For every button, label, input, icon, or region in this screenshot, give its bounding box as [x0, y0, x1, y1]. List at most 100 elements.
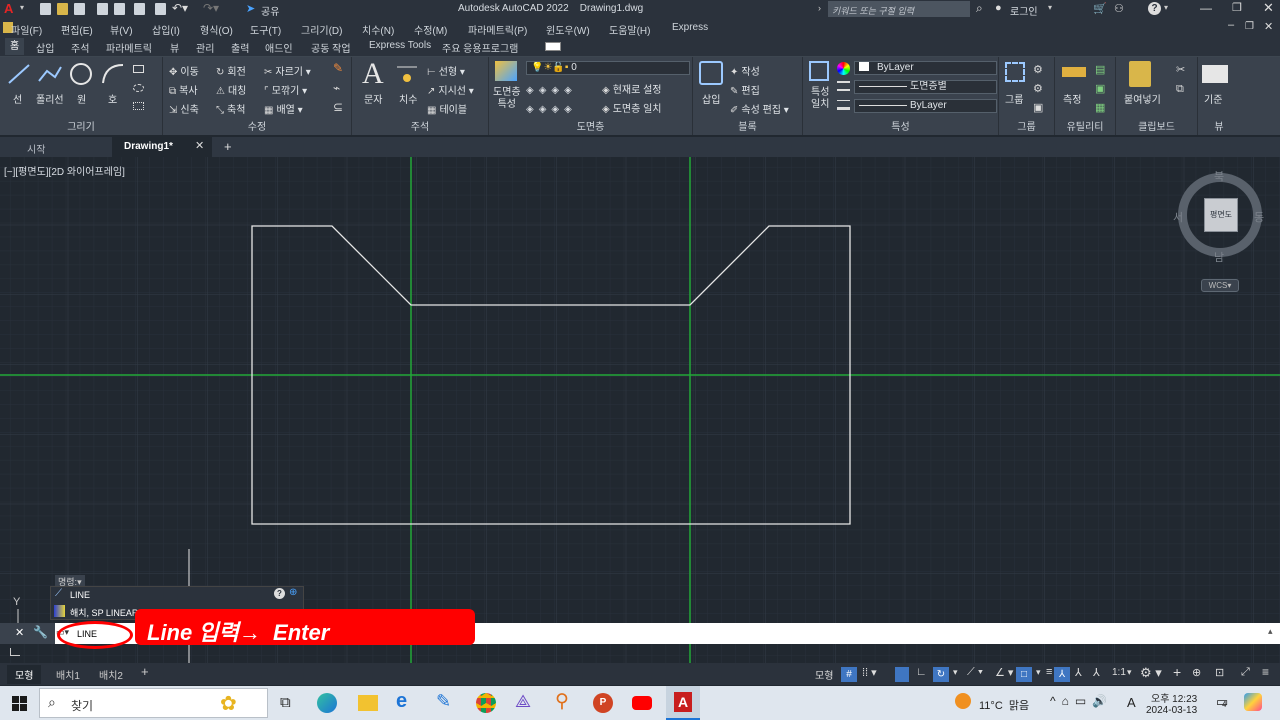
erase-icon[interactable]: ✎: [333, 61, 343, 75]
auto-scale-icon[interactable]: ⅄: [1075, 666, 1082, 679]
hatch-icon[interactable]: [133, 84, 144, 92]
menu-view[interactable]: 뷰(V): [110, 22, 133, 37]
new-tab-button[interactable]: +: [224, 139, 232, 154]
restore-window-icon[interactable]: ❐: [1232, 1, 1242, 14]
drawing-canvas[interactable]: Y [−][평면도][2D 와이어프레임] 평면도 북 남 동 서 WCS▾ 명…: [0, 157, 1280, 665]
menu-parametric[interactable]: 파라메트릭(P): [468, 22, 527, 37]
command-scroll-icon[interactable]: ▴: [1268, 626, 1273, 637]
tab-view[interactable]: 뷰: [170, 40, 179, 55]
utility-tools-icons[interactable]: ▤ ▣ ▦: [1095, 61, 1105, 118]
menu-express[interactable]: Express: [672, 22, 708, 33]
rectangle-icon[interactable]: [133, 65, 144, 73]
search-icon[interactable]: ⌕: [976, 1, 983, 16]
layout-tab-2[interactable]: 배치2: [99, 667, 123, 682]
viewcube-north[interactable]: 북: [1214, 168, 1224, 184]
viewport-label[interactable]: [−][평면도][2D 와이어프레임]: [4, 163, 125, 178]
autocad-logo-icon[interactable]: A: [4, 2, 18, 16]
isolate-objects-icon[interactable]: ⊡: [1215, 666, 1224, 679]
app-menu-chevron-icon[interactable]: ▾: [20, 3, 24, 12]
arc-icon[interactable]: [100, 61, 126, 87]
viewcube-west[interactable]: 서: [1173, 209, 1183, 225]
viewcube-face[interactable]: 평면도: [1204, 198, 1238, 232]
search-tool-icon[interactable]: ⚲: [555, 690, 569, 713]
copilot-icon[interactable]: [1244, 693, 1262, 711]
group-icon[interactable]: [1005, 62, 1025, 82]
base-view-label[interactable]: 기준: [1204, 91, 1222, 106]
edit-block-button[interactable]: ✎ 편집: [730, 82, 760, 97]
full-screen-icon[interactable]: ⤢: [1241, 666, 1250, 679]
properties-panel-label[interactable]: 특성: [803, 118, 998, 133]
web-mobile-icon[interactable]: [114, 3, 125, 15]
clipboard-panel-label[interactable]: 클립보드: [1116, 118, 1197, 133]
doc-close-icon[interactable]: ✕: [1264, 20, 1273, 33]
line-icon[interactable]: [6, 61, 32, 87]
explode-icon[interactable]: ⌁: [333, 81, 340, 95]
menu-format[interactable]: 형식(O): [200, 22, 233, 37]
insert-block-label[interactable]: 삽입: [702, 91, 720, 106]
dynamic-input-icon[interactable]: [895, 667, 909, 682]
internet-search-icon[interactable]: ⊕: [289, 587, 297, 598]
drawing-tab[interactable]: Drawing1* ✕: [112, 137, 212, 157]
lineweight-icon[interactable]: [837, 100, 850, 110]
tab-insert[interactable]: 삽입: [36, 40, 54, 55]
menu-file[interactable]: 파일(F): [11, 22, 42, 37]
cart-icon[interactable]: 🛒: [1093, 2, 1107, 15]
search-chevron-icon[interactable]: ›: [818, 3, 821, 13]
model-space-button[interactable]: 모형: [815, 667, 833, 682]
paste-label[interactable]: 붙여넣기: [1124, 91, 1161, 106]
match-properties-icon[interactable]: [809, 61, 829, 81]
layout-tab-1[interactable]: 배치1: [56, 667, 80, 682]
polyline-icon[interactable]: [37, 61, 63, 87]
stretch-button[interactable]: ⇲ 신축: [169, 101, 199, 116]
share-label[interactable]: 공유: [261, 3, 279, 18]
help-icon[interactable]: ?: [1148, 2, 1161, 15]
match-layer-button[interactable]: ◈ 도면층 일치: [602, 100, 661, 115]
base-view-icon[interactable]: [1202, 65, 1228, 83]
redo-icon[interactable]: ↷▾: [203, 1, 219, 15]
tab-manage[interactable]: 관리: [196, 40, 214, 55]
youtube-icon[interactable]: [632, 696, 652, 710]
task-view-icon[interactable]: ⧉: [280, 694, 291, 711]
circle-label[interactable]: 원: [77, 91, 86, 106]
menu-modify[interactable]: 수정(M): [414, 22, 447, 37]
ribbon-toggle-icon[interactable]: [545, 42, 561, 51]
modify-panel-label[interactable]: 수정: [163, 118, 351, 133]
paste-icon[interactable]: [1129, 61, 1151, 87]
isodraft-icon[interactable]: ⟋ ▾: [967, 666, 983, 679]
help-suggestion-icon[interactable]: ?: [274, 588, 285, 599]
group-tools-icons[interactable]: ⚙ ⚙ ▣: [1033, 61, 1043, 118]
utilities-panel-label[interactable]: 유틸리티: [1055, 118, 1115, 133]
clipboard-tools-icons[interactable]: ✂ ⧉: [1176, 61, 1185, 99]
suggestion-line[interactable]: ⟋ LINE ? ⊕: [51, 587, 303, 603]
command-line[interactable]: ✕ 🔧 ▭▾ LINE Line 입력→ Enter ▴: [0, 609, 1280, 649]
weather-icon[interactable]: [955, 693, 971, 709]
linetype-icon[interactable]: [837, 81, 850, 91]
menu-insert[interactable]: 삽입(I): [152, 22, 180, 37]
match-properties-label[interactable]: 특성 일치: [811, 87, 829, 111]
snap-mode-icon[interactable]: ⁞⁞ ▾: [862, 666, 877, 679]
doc-restore-icon[interactable]: ❐: [1245, 21, 1254, 32]
object-snap-tracking-icon[interactable]: ∠ ▾: [995, 666, 1013, 679]
boundary-icon[interactable]: [133, 102, 144, 110]
start-tab[interactable]: 시작: [27, 141, 45, 156]
insert-block-icon[interactable]: [699, 61, 723, 85]
plot-icon[interactable]: [155, 3, 166, 15]
rotate-button[interactable]: ↻ 회전: [216, 63, 246, 78]
customization-icon[interactable]: ≡: [1262, 665, 1269, 679]
color-dropdown[interactable]: ByLayer: [854, 61, 997, 75]
lineweight-toggle-icon[interactable]: ≡: [1046, 666, 1052, 678]
mirror-button[interactable]: ⚠ 대칭: [216, 82, 246, 97]
save-icon[interactable]: [74, 3, 85, 15]
tab-output[interactable]: 출력: [231, 40, 249, 55]
scale-button[interactable]: ⤡ 축척: [216, 101, 245, 116]
close-drawing-icon[interactable]: ✕: [195, 139, 204, 152]
array-button[interactable]: ▦ 배열 ▾: [264, 101, 303, 116]
polar-chevron-icon[interactable]: ▾: [953, 667, 958, 678]
groups-panel-label[interactable]: 그룹: [999, 118, 1054, 133]
linear-button[interactable]: ⊢ 선형 ▾: [427, 63, 465, 78]
tab-annotate[interactable]: 주석: [71, 40, 89, 55]
open-file-icon[interactable]: [57, 3, 68, 15]
chrome-icon[interactable]: [476, 693, 496, 713]
make-current-button[interactable]: ◈ 현재로 설정: [602, 81, 661, 96]
layer-dropdown[interactable]: 💡☀🔓▪ 0: [526, 61, 690, 75]
